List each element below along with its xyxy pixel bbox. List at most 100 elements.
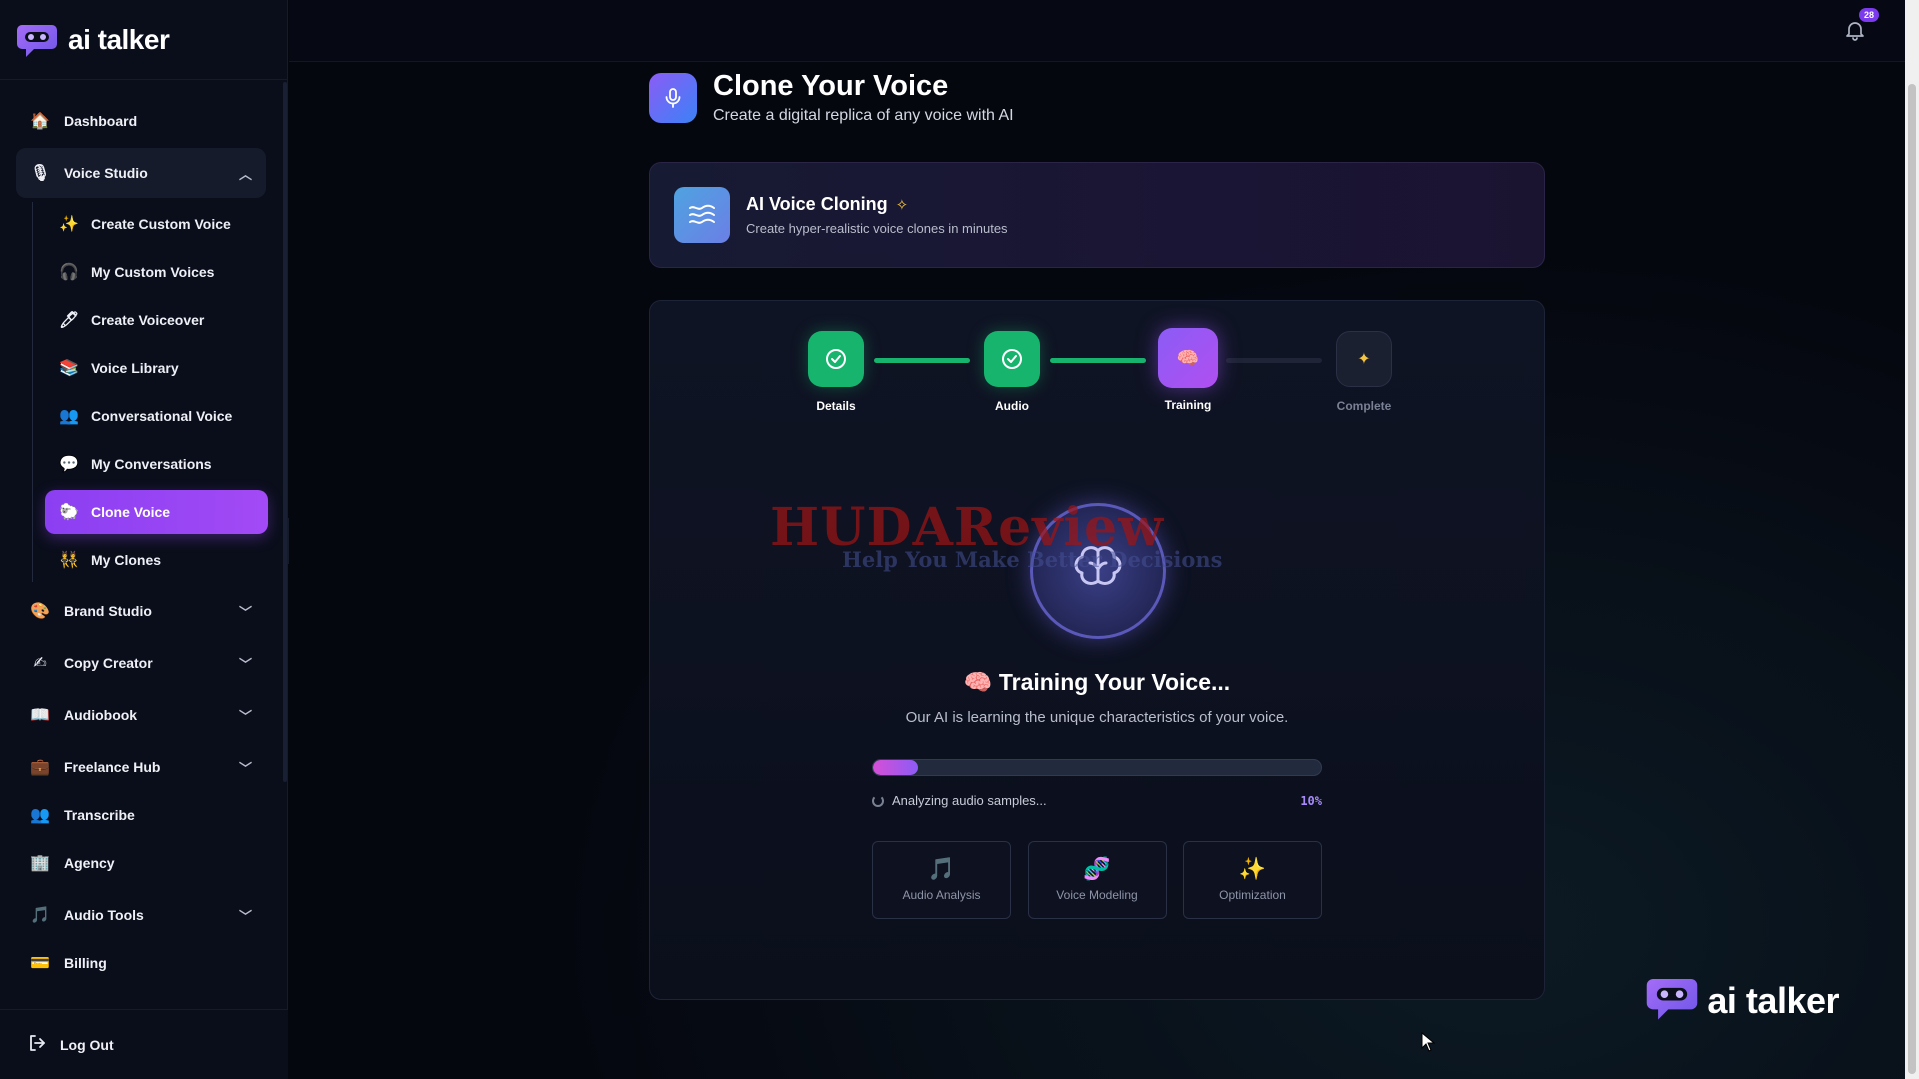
logout-icon <box>28 1034 46 1055</box>
corner-brand-name: ai talker <box>1707 979 1839 1021</box>
step-label: Training <box>1164 398 1212 412</box>
page-subtitle: Create a digital replica of any voice wi… <box>713 107 1014 124</box>
training-progress-bar <box>872 759 1322 776</box>
sidebar-item-freelance-hub[interactable]: 💼 Freelance Hub ﹀ <box>16 742 266 792</box>
logout-label: Log Out <box>60 1036 114 1053</box>
writing-hand-icon: ✍ <box>33 655 47 672</box>
check-circle-icon <box>984 331 1040 387</box>
training-stages: 🎵 Audio Analysis 🧬 Voice Modeling ✨ Opti… <box>872 841 1322 919</box>
stage-audio-analysis: 🎵 Audio Analysis <box>872 841 1011 919</box>
watermark-tagline: Help You Make Better Decisions <box>842 547 1223 572</box>
speech-bubble-icon: 💬 <box>59 456 79 473</box>
voice-cloning-banner: AI Voice Cloning ✧ Create hyper-realisti… <box>649 162 1545 268</box>
mouse-cursor-icon <box>1421 1031 1436 1057</box>
step-details: Details <box>796 331 876 413</box>
page-title: Clone Your Voice <box>713 70 949 102</box>
sidebar-item-copy-creator[interactable]: ✍ Copy Creator ﹀ <box>16 638 266 688</box>
music-note-icon: 🎵 <box>30 907 50 924</box>
sidebar-item-label: Conversational Voice <box>91 408 233 424</box>
house-icon: 🏠 <box>30 113 50 130</box>
sidebar-item-voice-library[interactable]: 📚 Voice Library <box>45 346 268 390</box>
brand-logo-icon <box>1645 974 1699 1027</box>
training-title: 🧠 Training Your Voice... <box>650 669 1544 696</box>
page-scrollbar[interactable] <box>1905 0 1919 1079</box>
dna-icon: 🧬 <box>1083 856 1111 881</box>
chevron-down-icon: ﹀ <box>238 656 252 672</box>
sidebar-item-label: Audiobook <box>64 707 138 723</box>
sidebar-item-my-conversations[interactable]: 💬 My Conversations <box>45 442 268 486</box>
banner-title: AI Voice Cloning <box>746 194 888 214</box>
training-subtitle: Our AI is learning the unique characteri… <box>905 709 1289 726</box>
sidebar-item-label: Billing <box>64 955 107 971</box>
sidebar-item-transcribe[interactable]: 👥 Transcribe <box>16 792 266 838</box>
waves-icon <box>674 187 730 243</box>
people-icon: 👥 <box>59 408 79 425</box>
sparkles-icon: ✨ <box>1238 856 1267 881</box>
chevron-up-icon: ︿ <box>238 166 252 182</box>
sidebar-item-audio-tools[interactable]: 🎵 Audio Tools ﹀ <box>16 890 266 940</box>
progress-percent: 10% <box>1300 793 1322 808</box>
sidebar-item-create-voiceover[interactable]: 🖊 Create Voiceover <box>45 298 268 342</box>
sidebar-item-voice-studio[interactable]: 🎙 Voice Studio ︿ <box>16 148 266 198</box>
sidebar-item-my-clones[interactable]: 👯 My Clones <box>45 538 268 582</box>
briefcase-icon: 💼 <box>30 759 50 776</box>
sidebar-item-label: Create Voiceover <box>91 312 205 328</box>
credit-card-icon: 💳 <box>30 955 50 972</box>
sidebar-item-agency[interactable]: 🏢 Agency <box>16 838 266 888</box>
main-content: Clone Your Voice Create a digital replic… <box>289 62 1905 1079</box>
stage-label: Optimization <box>1219 888 1286 902</box>
step-label: Details <box>816 399 856 413</box>
step-connector <box>874 358 970 363</box>
brand-name: ai talker <box>68 23 170 55</box>
sidebar-item-label: Audio Tools <box>64 907 144 923</box>
sidebar-item-brand-studio[interactable]: 🎨 Brand Studio ﹀ <box>16 586 266 636</box>
brain-icon: 🧠 <box>963 669 993 695</box>
sidebar: ai talker 🏠 Dashboard 🎙 Voice Studio ︿ ✨… <box>0 0 288 1079</box>
chevron-down-icon: ﹀ <box>238 760 252 776</box>
sheep-icon: 🐑 <box>59 504 79 521</box>
page-scrollbar-thumb[interactable] <box>1908 84 1916 1074</box>
microphone-icon: 🎙 <box>30 165 51 182</box>
magic-wand-icon: ✧ <box>895 196 909 214</box>
brain-icon: 🧠 <box>1158 328 1218 388</box>
check-circle-icon <box>808 331 864 387</box>
sidebar-item-conversational-voice[interactable]: 👥 Conversational Voice <box>45 394 268 438</box>
sparkle-icon: ✦ <box>1336 331 1392 387</box>
palette-icon: 🎨 <box>30 603 50 620</box>
step-connector <box>1226 358 1322 363</box>
sidebar-item-label: Copy Creator <box>64 655 153 671</box>
watermark-logo: HUDAReview Help You Make Better Decision… <box>770 497 1270 587</box>
sidebar-item-label: My Clones <box>91 552 162 568</box>
books-icon: 📚 <box>59 360 79 377</box>
progress-status-row: Analyzing audio samples... 10% <box>872 793 1322 808</box>
sidebar-scrollbar[interactable] <box>283 82 287 782</box>
twins-icon: 👯 <box>59 552 79 569</box>
sidebar-item-label: My Conversations <box>91 456 212 472</box>
logout-button[interactable]: Log Out <box>0 1009 288 1079</box>
sidebar-item-label: Brand Studio <box>64 603 152 619</box>
sidebar-item-my-custom-voices[interactable]: 🎧 My Custom Voices <box>45 250 268 294</box>
step-complete: ✦ Complete <box>1324 331 1404 413</box>
pen-icon: 🖊 <box>59 312 80 329</box>
sidebar-item-label: Dashboard <box>64 113 138 129</box>
training-card: Details Audio 🧠 Training ✦ Complete HUDA… <box>649 300 1545 1000</box>
sidebar-item-clone-voice[interactable]: 🐑 Clone Voice <box>45 490 268 534</box>
open-book-icon: 📖 <box>30 707 50 724</box>
microphone-icon <box>649 72 697 123</box>
sidebar-item-dashboard[interactable]: 🏠 Dashboard <box>16 96 266 146</box>
step-training: 🧠 Training <box>1148 328 1228 412</box>
brand[interactable]: ai talker <box>0 0 287 80</box>
corner-brand-logo: ai talker <box>1645 974 1839 1027</box>
stepper: Details Audio 🧠 Training ✦ Complete <box>650 328 1544 421</box>
training-title-text: Training Your Voice... <box>998 669 1231 695</box>
chevron-down-icon: ﹀ <box>238 708 252 724</box>
sidebar-nav: 🏠 Dashboard 🎙 Voice Studio ︿ ✨ Create Cu… <box>0 96 282 986</box>
stage-voice-modeling: 🧬 Voice Modeling <box>1027 841 1167 919</box>
stage-label: Voice Modeling <box>1056 888 1138 902</box>
stage-label: Audio Analysis <box>902 888 981 902</box>
sidebar-item-create-custom-voice[interactable]: ✨ Create Custom Voice <box>45 202 268 246</box>
sidebar-item-audiobook[interactable]: 📖 Audiobook ﹀ <box>16 690 266 740</box>
progress-status-text: Analyzing audio samples... <box>892 793 1047 808</box>
sidebar-item-billing[interactable]: 💳 Billing <box>16 940 266 986</box>
headphones-icon: 🎧 <box>59 264 79 281</box>
